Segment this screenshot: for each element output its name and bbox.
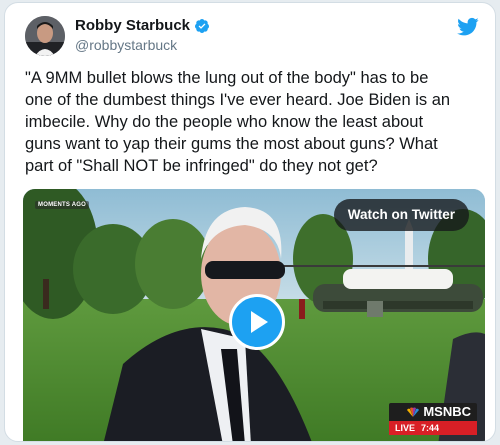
tweet-card[interactable]: Robby Starbuck @robbystarbuck "A 9MM bul… bbox=[4, 2, 496, 442]
twitter-bird-icon[interactable] bbox=[457, 17, 479, 37]
avatar[interactable] bbox=[25, 16, 65, 56]
video-player[interactable]: MOMENTS AGO Watch on Twitter MSNBC LIVE … bbox=[23, 189, 485, 441]
live-label: LIVE bbox=[395, 423, 416, 433]
watch-on-twitter-button[interactable]: Watch on Twitter bbox=[333, 199, 469, 231]
live-time: 7:44 bbox=[421, 423, 440, 433]
broadcast-bug: MOMENTS AGO bbox=[35, 201, 89, 209]
verified-badge-icon bbox=[195, 18, 210, 33]
author-row: Robby Starbuck bbox=[75, 17, 210, 34]
tweet-text: "A 9MM bullet blows the lung out of the … bbox=[25, 69, 451, 175]
network-name: MSNBC bbox=[423, 404, 471, 419]
play-icon bbox=[251, 311, 268, 333]
play-button[interactable] bbox=[229, 294, 285, 350]
avatar-photo bbox=[25, 16, 65, 56]
peacock-icon bbox=[407, 407, 420, 417]
display-name[interactable]: Robby Starbuck bbox=[75, 17, 190, 34]
network-logo: MSNBC LIVE 7:44 bbox=[389, 403, 477, 435]
user-handle[interactable]: @robbystarbuck bbox=[75, 37, 177, 53]
